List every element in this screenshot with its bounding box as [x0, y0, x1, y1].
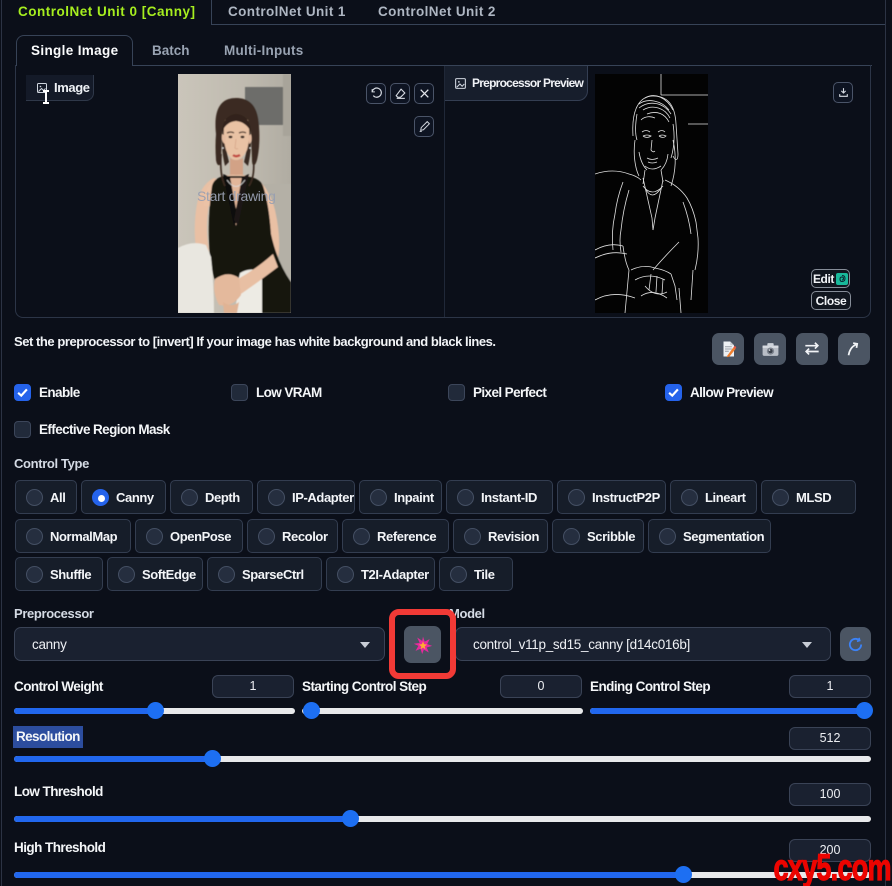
svg-text:Start drawing: Start drawing	[197, 188, 276, 204]
